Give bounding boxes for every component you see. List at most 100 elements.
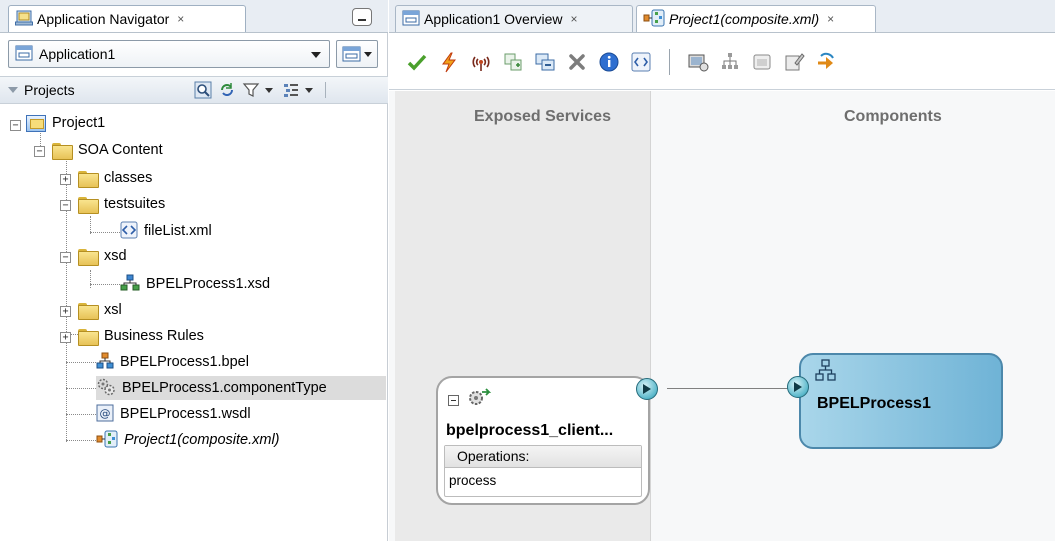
composite-icon (96, 430, 118, 451)
bpel-icon (96, 352, 114, 373)
xml-file-icon (120, 221, 138, 242)
layout-arrow-icon[interactable] (814, 50, 838, 74)
deploy-lightning-icon[interactable] (437, 50, 461, 74)
minimize-button[interactable] (352, 8, 372, 26)
lane-title-components: Components (844, 108, 942, 125)
collapse-toggle[interactable]: − (10, 120, 21, 131)
search-icon[interactable] (193, 80, 213, 100)
tree-item-bpelprocess1-bpel[interactable]: BPELProcess1.bpel (96, 350, 249, 374)
chevron-down-icon[interactable] (305, 87, 313, 93)
close-icon[interactable]: × (827, 12, 834, 26)
application-icon (15, 45, 33, 64)
chevron-down-icon[interactable] (265, 87, 273, 93)
folder-icon (78, 302, 99, 320)
chevron-down-icon (311, 52, 321, 58)
expand-toggle[interactable]: + (60, 332, 71, 343)
tree-item-label: BPELProcess1.xsd (146, 276, 271, 292)
tree-item-label: testsuites (104, 196, 166, 212)
tree-item-label: fileList.xml (144, 223, 212, 239)
lane-title-exposed-services: Exposed Services (474, 108, 611, 125)
collapse-toggle[interactable]: − (60, 252, 71, 263)
bpel-process-icon (815, 359, 837, 386)
test-console-icon[interactable] (686, 50, 710, 74)
tree-item-bpelprocess1-xsd[interactable]: BPELProcess1.xsd (120, 272, 270, 296)
wire-connection[interactable] (667, 388, 801, 389)
component-bpelprocess1[interactable]: BPELProcess1 (799, 353, 1003, 449)
tab-application-navigator[interactable]: Application Navigator × (8, 5, 246, 32)
structure-tree-icon[interactable] (718, 50, 742, 74)
edit-properties-icon[interactable] (782, 50, 806, 74)
composite-icon (643, 9, 665, 30)
filter-icon[interactable] (241, 80, 261, 100)
validate-checkmark-icon[interactable] (405, 50, 429, 74)
operations-header: Operations: (445, 446, 641, 468)
tree-item-xsl[interactable]: xsl (78, 298, 122, 322)
service-bpelprocess1-client[interactable]: bpelprocess1_client... Operations: proce… (436, 376, 650, 505)
tree-item-label: SOA Content (78, 142, 163, 158)
composite-canvas[interactable]: Exposed Services Components bpelprocess1… (389, 91, 1055, 541)
tree-item-soa-content[interactable]: SOA Content (52, 138, 163, 162)
tree-item-label: Business Rules (104, 328, 204, 344)
tree-item-bpelprocess1-wsdl[interactable]: @ BPELProcess1.wsdl (96, 402, 251, 426)
toolbar-separator (325, 82, 326, 98)
application-navigator-icon (15, 10, 33, 29)
service-port-icon[interactable] (636, 378, 658, 400)
tab-composite-xml[interactable]: Project1(composite.xml) × (636, 5, 876, 32)
wireless-service-icon[interactable] (469, 50, 493, 74)
add-component-icon[interactable] (533, 50, 557, 74)
application-menu-button[interactable] (336, 40, 378, 68)
operations-box: Operations: process (444, 445, 642, 497)
overview-icon (402, 10, 420, 29)
info-icon[interactable] (597, 50, 621, 74)
tree-item-testsuites[interactable]: testsuites (78, 192, 165, 216)
refresh-icon[interactable] (217, 80, 237, 100)
folder-icon (78, 248, 99, 266)
tab-label: Application Navigator (37, 11, 170, 27)
collapse-toggle[interactable]: − (60, 200, 71, 211)
tree-item-filelist-xml[interactable]: fileList.xml (120, 219, 212, 243)
projects-label: Projects (24, 82, 75, 98)
folder-icon (78, 170, 99, 188)
application-select[interactable]: Application1 (8, 40, 330, 68)
source-view-icon[interactable] (629, 50, 653, 74)
service-name: bpelprocess1_client... (446, 422, 614, 439)
tree-item-bpelprocess1-componenttype[interactable]: BPELProcess1.componentType (96, 376, 386, 400)
tree-item-project1[interactable]: Project1 (26, 111, 105, 135)
expand-toggle[interactable]: + (60, 306, 71, 317)
tree-options-icon[interactable] (281, 80, 301, 100)
window-icon[interactable] (750, 50, 774, 74)
components-lane: Components (652, 91, 1055, 541)
folder-icon (78, 328, 99, 346)
collapse-toggle[interactable]: − (34, 146, 45, 157)
tree-item-composite-xml[interactable]: Project1(composite.xml) (96, 428, 280, 452)
composite-editor: Application1 Overview × Project1(composi… (389, 0, 1055, 541)
delete-icon[interactable] (565, 50, 589, 74)
editor-tabbar: Application1 Overview × Project1(composi… (389, 0, 1055, 33)
operation-process[interactable]: process (445, 468, 641, 494)
tree-item-label: BPELProcess1.wsdl (120, 406, 251, 422)
service-gear-icon (466, 385, 492, 414)
project-icon (26, 114, 46, 132)
tree-item-label: classes (104, 170, 153, 186)
close-icon[interactable]: × (177, 12, 184, 26)
tree-item-label: xsd (104, 248, 127, 264)
close-icon[interactable]: × (571, 12, 578, 26)
collapse-toggle[interactable] (448, 395, 459, 406)
tree-item-label: xsl (104, 302, 122, 318)
component-port-icon[interactable] (787, 376, 809, 398)
tree-item-label: BPELProcess1.componentType (122, 380, 327, 396)
tab-label: Application1 Overview (424, 11, 563, 27)
tree-item-business-rules[interactable]: Business Rules (78, 324, 204, 348)
tree-item-xsd[interactable]: xsd (78, 244, 127, 268)
schema-icon (120, 274, 140, 295)
collapse-triangle-icon[interactable] (8, 87, 18, 93)
tree-item-classes[interactable]: classes (78, 166, 152, 190)
navigator-tabbar: Application Navigator × (0, 0, 388, 33)
add-reference-icon[interactable] (501, 50, 525, 74)
component-name: BPELProcess1 (817, 395, 931, 412)
tab-application-overview[interactable]: Application1 Overview × (395, 5, 633, 32)
application-menu-icon (342, 46, 361, 62)
chevron-down-icon (364, 52, 372, 57)
expand-toggle[interactable]: + (60, 174, 71, 185)
component-type-icon (96, 377, 116, 400)
